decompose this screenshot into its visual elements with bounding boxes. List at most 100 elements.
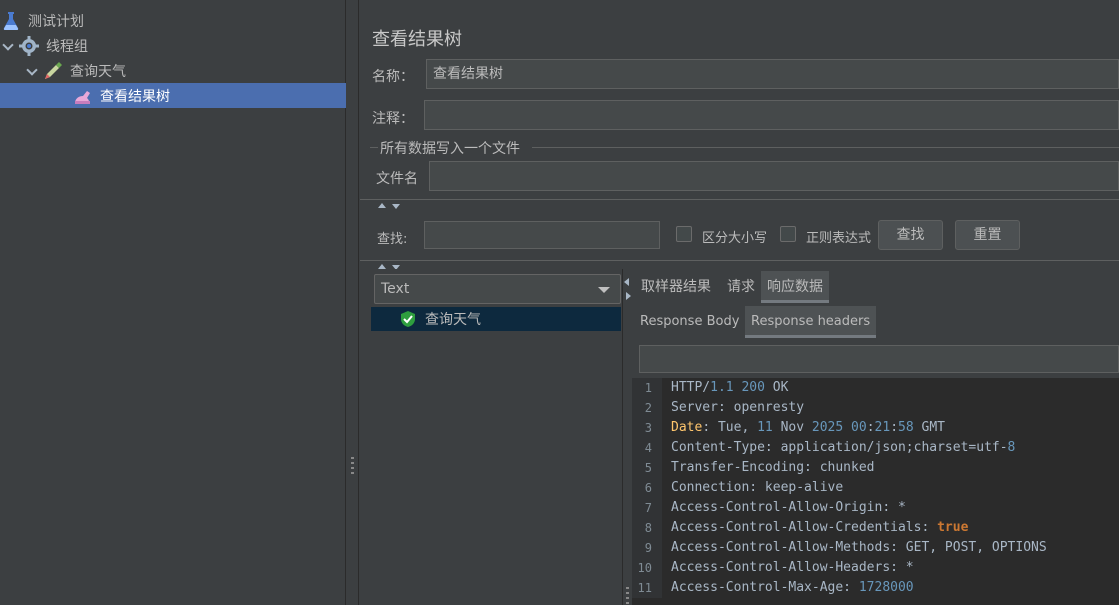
line-number: 2 [632, 398, 662, 418]
code-token: : [890, 420, 899, 435]
pipette-icon [42, 60, 64, 82]
tab-response-headers[interactable]: Response headers [745, 306, 877, 338]
code-token: : Tue, [702, 420, 758, 435]
code-token: true [937, 520, 969, 535]
line-text: Access-Control-Allow-Credentials: true [662, 518, 968, 538]
line-text: Access-Control-Max-Age: 1728000 [662, 578, 914, 598]
code-line: 4 Content-Type: application/json;charset=… [632, 438, 1119, 458]
comment-label: 注释： [372, 111, 414, 127]
code-line: 2 Server: openresty [632, 398, 1119, 418]
code-token: Date [671, 420, 703, 435]
code-token: 11 [757, 420, 773, 435]
renderer-select[interactable]: Text [374, 274, 621, 304]
tab-response-body[interactable]: Response Body [634, 306, 745, 338]
splitter-handle[interactable] [626, 587, 629, 605]
code-token: Access-Control-Allow-Headers: * [671, 560, 914, 575]
case-sensitive-checkbox[interactable] [676, 226, 692, 242]
line-number: 10 [632, 558, 662, 578]
code-line: 1 HTTP/1.1 200 OK [632, 378, 1119, 398]
code-line: 10 Access-Control-Allow-Headers: * [632, 558, 1119, 578]
regex-label: 正则表达式 [806, 231, 872, 246]
reset-button[interactable]: 重置 [955, 220, 1020, 250]
split-bar[interactable] [360, 199, 1119, 209]
gear-icon [18, 35, 40, 57]
code-token: Access-Control-Allow-Origin: * [671, 500, 906, 515]
tree-item-sampler[interactable]: 查询天气 [0, 58, 346, 83]
line-text: Date: Tue, 11 Nov 2025 00:21:58 GMT [662, 418, 945, 438]
line-number: 8 [632, 518, 662, 538]
find-button[interactable]: 查找 [878, 220, 943, 250]
tab-response-data[interactable]: 响应数据 [761, 271, 829, 303]
group-border [370, 147, 378, 148]
line-number: 5 [632, 458, 662, 478]
code-token: 58 [898, 420, 914, 435]
tree-item-label: 线程组 [46, 38, 88, 55]
tree-item-thread-group[interactable]: 线程组 [0, 33, 346, 58]
search-input[interactable] [424, 221, 660, 249]
view-results-tree-panel: 查看结果树 名称： 查看结果树 注释： 所有数据写入一个文件 文件名 查找: 区… [360, 0, 1119, 605]
collapse-left-icon[interactable] [624, 278, 629, 286]
code-token: 00 [851, 420, 867, 435]
code-token: 1728000 [858, 580, 914, 595]
line-text: Access-Control-Allow-Methods: GET, POST,… [662, 538, 1047, 558]
code-line: 6 Connection: keep-alive [632, 478, 1119, 498]
sample-item[interactable]: 查询天气 [371, 307, 621, 331]
dropdown-arrow-icon [598, 287, 610, 293]
line-text: Connection: keep-alive [662, 478, 843, 498]
code-line: 3 Date: Tue, 11 Nov 2025 00:21:58 GMT [632, 418, 1119, 438]
code-token: 200 [741, 380, 765, 395]
tab-sampler-result[interactable]: 取样器结果 [635, 271, 717, 303]
line-text: Access-Control-Allow-Origin: * [662, 498, 906, 518]
line-number: 6 [632, 478, 662, 498]
code-token: HTTP/ [671, 380, 711, 395]
group-border [532, 147, 1119, 148]
main-splitter[interactable] [347, 0, 359, 605]
line-number: 4 [632, 438, 662, 458]
result-tree-icon [72, 85, 94, 107]
line-text: Content-Type: application/json;charset=u… [662, 438, 1015, 458]
name-field[interactable]: 查看结果树 [426, 59, 1119, 89]
splitter-handle[interactable] [351, 457, 354, 475]
code-line: 11 Access-Control-Max-Age: 1728000 [632, 578, 1119, 598]
filename-field[interactable] [429, 161, 1119, 191]
line-number: 9 [632, 538, 662, 558]
chevron-down-icon[interactable] [2, 40, 14, 52]
case-sensitive-label: 区分大小写 [702, 231, 768, 246]
response-search-input[interactable] [639, 345, 1119, 373]
page-title: 查看结果树 [372, 29, 462, 50]
tree-item-label: 测试计划 [28, 13, 84, 30]
chevron-down-icon[interactable] [26, 65, 38, 77]
code-line: 7 Access-Control-Allow-Origin: * [632, 498, 1119, 518]
collapse-up-icon[interactable] [378, 203, 386, 208]
search-label: 查找: [377, 232, 408, 247]
code-line: 8 Access-Control-Allow-Credentials: true [632, 518, 1119, 538]
code-token: 8 [1007, 440, 1016, 455]
tree-item-label: 查询天气 [70, 63, 126, 80]
tree-item-test-plan[interactable]: 测试计划 [0, 8, 346, 33]
comment-field[interactable] [424, 100, 1119, 130]
success-shield-icon [399, 310, 417, 328]
code-token: Access-Control-Max-Age: [671, 580, 859, 595]
collapse-down-icon[interactable] [392, 204, 400, 209]
line-number: 3 [632, 418, 662, 438]
tab-request[interactable]: 请求 [721, 271, 761, 303]
code-token: 1.1 [710, 380, 734, 395]
regex-checkbox[interactable] [780, 226, 796, 242]
results-splitter[interactable] [622, 269, 632, 605]
response-headers-editor[interactable]: 1 HTTP/1.1 200 OK 2 Server: openresty 3 Date:… [632, 378, 1119, 605]
code-token: 2025 [811, 420, 844, 435]
tree-item-view-results-tree[interactable]: 查看结果树 [0, 83, 346, 108]
line-text: HTTP/1.1 200 OK [662, 378, 788, 398]
sample-label: 查询天气 [425, 312, 481, 328]
code-token: GMT [913, 420, 945, 435]
renderer-value: Text [381, 281, 410, 297]
collapse-right-icon[interactable] [626, 292, 631, 300]
flask-icon [0, 10, 22, 32]
code-token: Content-Type: application/json;charset=u… [671, 440, 1008, 455]
test-plan-tree[interactable]: 测试计划 线程组 查询天气 查看结果树 [0, 0, 346, 605]
code-token: Transfer-Encoding: chunked [671, 460, 875, 475]
filename-label: 文件名 [376, 171, 418, 187]
code-token: Server: openresty [671, 400, 805, 415]
code-token: 21 [874, 420, 891, 435]
